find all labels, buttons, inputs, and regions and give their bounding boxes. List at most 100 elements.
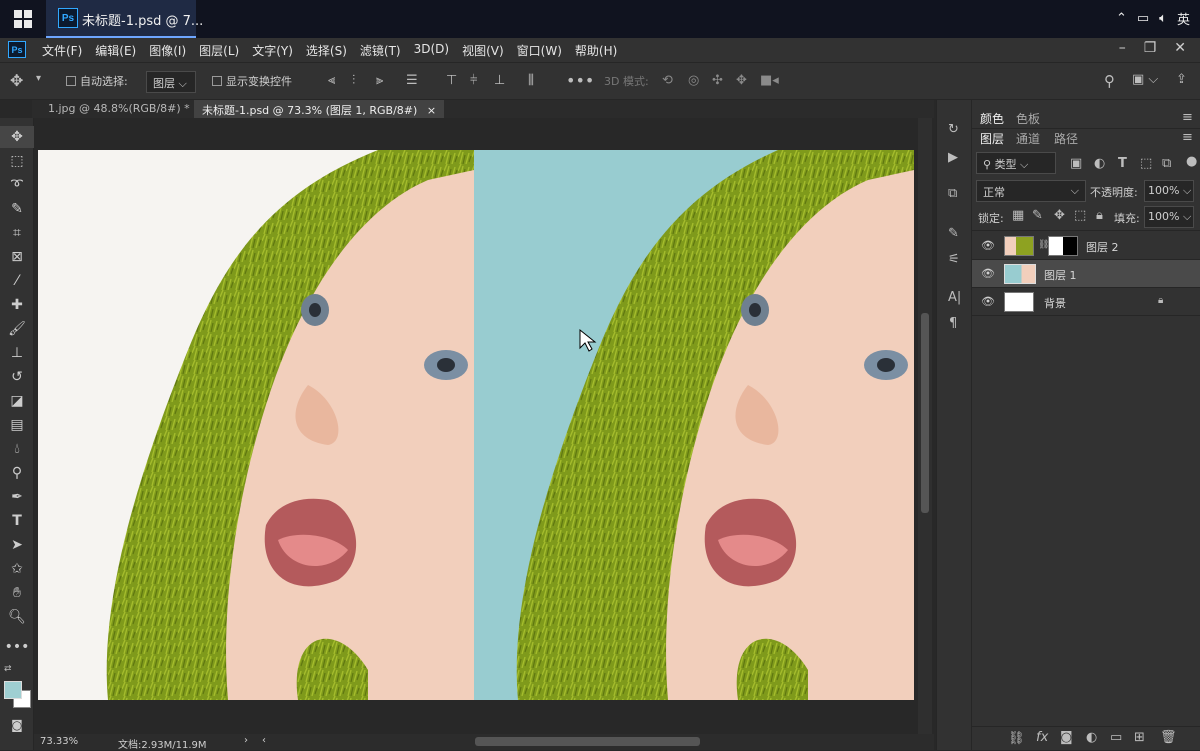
chevron-down-icon[interactable]: ▾	[36, 73, 41, 84]
visibility-eye-icon[interactable]: 👁︎	[981, 239, 995, 252]
healing-brush-icon[interactable]: ✚	[0, 294, 34, 316]
character-panel-icon[interactable]: A|	[948, 290, 961, 305]
eraser-tool-icon[interactable]: ◪	[0, 390, 34, 412]
blur-tool-icon[interactable]: 💧︎	[0, 438, 34, 460]
align-bottom-icon[interactable]: ⊥	[494, 73, 505, 88]
type-tool-icon[interactable]: T	[0, 510, 34, 532]
camera-3d-icon[interactable]: ■◂	[760, 73, 779, 88]
show-transform-checkbox[interactable]	[212, 76, 222, 86]
auto-select-dropdown[interactable]: 图层 ⌵	[146, 71, 196, 93]
layer-row-layer2[interactable]: 👁︎ ⛓︎ 图层 2	[972, 232, 1200, 260]
brush-settings-icon[interactable]: ✎	[948, 226, 959, 241]
align-middle-icon[interactable]: ⫩	[470, 73, 477, 88]
chevron-up-icon[interactable]: ⌃	[1116, 11, 1127, 26]
zoom-level[interactable]: 73.33%	[40, 736, 78, 747]
document-canvas[interactable]	[38, 150, 914, 700]
orbit-3d-icon[interactable]: ⟲	[662, 73, 673, 88]
lock-artboard-icon[interactable]: ⬚	[1074, 208, 1086, 223]
actions-panel-icon[interactable]: ▶	[948, 150, 958, 165]
panel-menu-icon[interactable]: ≡	[1182, 130, 1193, 145]
crop-tool-icon[interactable]: ⌗	[0, 222, 34, 244]
frame-tool-icon[interactable]: ⊠	[0, 246, 34, 268]
restore-icon[interactable]: ❐	[1144, 40, 1157, 56]
gradient-tool-icon[interactable]: ▤	[0, 414, 34, 436]
tab-channels[interactable]: 通道	[1016, 130, 1040, 147]
lock-pixels-icon[interactable]: ✎	[1032, 208, 1043, 223]
volume-icon[interactable]: 🔈︎	[1159, 11, 1167, 26]
new-group-icon[interactable]: ▭	[1110, 730, 1122, 745]
layer-style-icon[interactable]: fx	[1036, 730, 1048, 745]
show-transform-option[interactable]: 显示变换控件	[212, 73, 292, 89]
add-mask-icon[interactable]: ◙	[1060, 730, 1073, 745]
drag-3d-icon[interactable]: ✣	[712, 73, 723, 88]
filter-smart-icon[interactable]: ⧉	[1162, 156, 1171, 171]
tab-paths[interactable]: 路径	[1054, 130, 1078, 147]
swap-colors-icon[interactable]: ⇄	[4, 664, 12, 674]
slide-3d-icon[interactable]: ✥	[736, 73, 747, 88]
new-adjustment-icon[interactable]: ◐	[1086, 730, 1097, 745]
filter-toggle-icon[interactable]: ●	[1186, 154, 1197, 169]
tab-color[interactable]: 颜色	[980, 110, 1004, 127]
menu-type[interactable]: 文字(Y)	[252, 42, 293, 59]
search-icon[interactable]: ⚲	[1104, 72, 1115, 90]
share-icon[interactable]: ⇪	[1176, 72, 1187, 87]
filter-adjustment-icon[interactable]: ◐	[1094, 156, 1105, 171]
tab-1-jpg[interactable]: 1.jpg @ 48.8%(RGB/8#) * ×	[40, 100, 216, 118]
lasso-tool-icon[interactable]: ➰︎	[0, 174, 34, 196]
filter-pixel-icon[interactable]: ▣	[1070, 156, 1082, 171]
menu-help[interactable]: 帮助(H)	[575, 42, 617, 59]
menu-edit[interactable]: 编辑(E)	[95, 42, 136, 59]
dodge-tool-icon[interactable]: ⚲	[0, 462, 34, 484]
filter-type-icon[interactable]: T	[1118, 156, 1127, 171]
menu-file[interactable]: 文件(F)	[42, 42, 82, 59]
align-top-icon[interactable]: ⊤	[446, 73, 457, 88]
menu-layer[interactable]: 图层(L)	[199, 42, 239, 59]
hand-tool-icon[interactable]: ✋︎	[0, 582, 34, 604]
history-brush-icon[interactable]: ↺	[0, 366, 34, 388]
clone-stamp-icon[interactable]: ⊥	[0, 342, 34, 364]
visibility-eye-icon[interactable]: 👁︎	[981, 295, 995, 308]
menu-filter[interactable]: 滤镜(T)	[360, 42, 401, 59]
blend-mode-dropdown[interactable]: 正常 ⌵	[976, 180, 1086, 202]
tab-layers[interactable]: 图层	[980, 130, 1004, 147]
layer-row-background[interactable]: 👁︎ 背景 🔒︎	[972, 288, 1200, 316]
align-right-icon[interactable]: ⫸	[376, 73, 383, 88]
paragraph-panel-icon[interactable]: ¶	[949, 316, 957, 331]
link-layers-icon[interactable]: ⛓︎	[1008, 731, 1025, 746]
minimize-icon[interactable]: –	[1119, 40, 1126, 56]
menu-select[interactable]: 选择(S)	[306, 42, 347, 59]
align-center-icon[interactable]: ⫶	[352, 73, 355, 88]
move-tool-icon[interactable]: ✥	[10, 71, 23, 90]
fill-input[interactable]: 100% ⌵	[1144, 206, 1194, 228]
network-icon[interactable]: ▭	[1137, 11, 1149, 26]
adjustments-icon[interactable]: ⚟	[948, 252, 960, 267]
menu-3d[interactable]: 3D(D)	[414, 42, 449, 59]
history-panel-icon[interactable]: ↻	[948, 122, 959, 137]
close-icon[interactable]: ✕	[1174, 40, 1186, 56]
zoom-tool-icon[interactable]: 🔍︎	[0, 606, 34, 628]
menu-image[interactable]: 图像(I)	[149, 42, 186, 59]
ime-indicator[interactable]: 英	[1177, 9, 1190, 28]
menu-window[interactable]: 窗口(W)	[517, 42, 562, 59]
foreground-color-swatch[interactable]	[4, 681, 22, 699]
move-tool-icon[interactable]: ✥	[0, 126, 34, 148]
tab-swatches[interactable]: 色板	[1016, 110, 1040, 127]
opacity-input[interactable]: 100% ⌵	[1144, 180, 1194, 202]
document-size-info[interactable]: 文档:2.93M/11.9M	[118, 736, 207, 751]
lock-all-icon[interactable]: 🔒︎	[1096, 208, 1103, 223]
delete-layer-icon[interactable]: 🗑︎	[1160, 730, 1177, 745]
layer-row-layer1[interactable]: 👁︎ 图层 1	[972, 260, 1200, 288]
scroll-left-icon[interactable]: ‹	[262, 735, 266, 746]
pen-tool-icon[interactable]: ✒	[0, 486, 34, 508]
layer-mask-thumbnail[interactable]	[1048, 236, 1078, 256]
auto-select-checkbox[interactable]	[66, 76, 76, 86]
layer-name[interactable]: 图层 2	[1086, 239, 1119, 255]
shape-tool-icon[interactable]: ✩	[0, 558, 34, 580]
distribute-icon[interactable]: ☰	[406, 73, 418, 88]
vertical-scroll-thumb[interactable]	[921, 313, 929, 513]
layer-name[interactable]: 背景	[1044, 295, 1066, 311]
filter-shape-icon[interactable]: ⬚	[1140, 156, 1152, 171]
brush-tool-icon[interactable]: 🖌︎	[0, 318, 34, 340]
distribute-vertical-icon[interactable]: ⫼	[528, 73, 534, 88]
auto-select-option[interactable]: 自动选择:	[66, 73, 128, 89]
